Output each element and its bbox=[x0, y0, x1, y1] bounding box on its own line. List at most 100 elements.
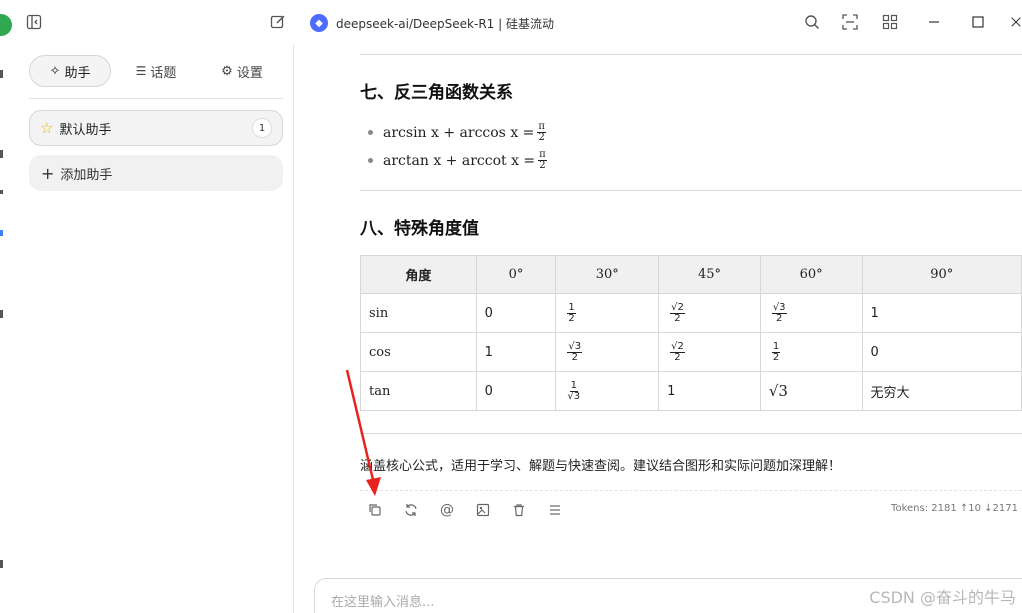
table-cell: 12 bbox=[555, 293, 660, 333]
scan-icon[interactable] bbox=[840, 12, 860, 32]
model-selector[interactable]: ◆ deepseek-ai/DeepSeek-R1 | 硅基流动 bbox=[310, 14, 554, 32]
rail-icon[interactable] bbox=[0, 310, 3, 318]
fraction-numerator: 1 bbox=[569, 379, 578, 392]
tab-label: 话题 bbox=[150, 65, 177, 81]
table-cell: 无穷大 bbox=[861, 371, 1022, 411]
table-cell: √3 2 bbox=[759, 293, 863, 333]
fraction-denominator: 2 bbox=[538, 132, 545, 143]
table-cell: 0 bbox=[475, 293, 557, 333]
search-icon[interactable] bbox=[802, 12, 822, 32]
rail-icon[interactable] bbox=[0, 150, 3, 158]
rail-icon[interactable] bbox=[0, 560, 3, 568]
fraction: √3 2 bbox=[567, 341, 583, 363]
fraction: 1 √3 bbox=[567, 379, 581, 402]
fraction: 12 bbox=[567, 301, 576, 324]
fraction-numerator: 1 bbox=[567, 301, 576, 314]
table-cell: √3 bbox=[759, 371, 863, 411]
fraction-denominator: 2 bbox=[539, 160, 546, 171]
fraction-numerator: 1 bbox=[771, 340, 781, 353]
table-row: sin 0 12 √2 2 √3 2 1 bbox=[360, 293, 1022, 333]
grid-icon[interactable] bbox=[880, 12, 900, 32]
table-cell: 1 bbox=[658, 371, 761, 411]
assistant-label: 默认助手 bbox=[59, 122, 112, 138]
fraction: √2 2 bbox=[670, 301, 685, 324]
edit-icon[interactable] bbox=[268, 12, 288, 32]
fraction: π 2 bbox=[538, 150, 547, 171]
add-assistant-label: 添加助手 bbox=[60, 167, 113, 183]
annotation-arrow bbox=[345, 369, 381, 496]
model-title: deepseek-ai/DeepSeek-R1 | 硅基流动 bbox=[336, 16, 554, 31]
tab-assistants[interactable]: ✧ 助手 bbox=[29, 55, 111, 87]
plus-icon: + bbox=[41, 163, 55, 183]
table-row: tan 0 1 √3 1 √3 无穷大 bbox=[360, 371, 1022, 411]
fraction-denominator: 2 bbox=[571, 351, 578, 363]
sidebar-tabs: ✧ 助手 ☰ 话题 ⚙ 设置 bbox=[29, 54, 283, 88]
topic-count-badge: 1 bbox=[252, 118, 272, 138]
fraction-numerator: √3 bbox=[771, 301, 787, 314]
table-row: cos 1 √3 2 √2 2 12 0 bbox=[360, 332, 1022, 372]
image-icon[interactable] bbox=[473, 500, 493, 520]
divider bbox=[360, 433, 1022, 434]
sidebar-toggle-icon[interactable] bbox=[24, 12, 44, 32]
message-summary: 涵盖核心公式，适用于学习、解题与快速查阅。建议结合图形和实际问题加深理解！ bbox=[360, 459, 842, 474]
user-avatar[interactable] bbox=[0, 14, 12, 36]
table-cell: 1 bbox=[475, 332, 557, 372]
app-rail bbox=[0, 0, 15, 613]
table-cell: 1 bbox=[861, 293, 1022, 333]
tab-topics[interactable]: ☰ 话题 bbox=[111, 55, 201, 87]
input-placeholder: 在这里输入消息... bbox=[331, 595, 435, 610]
rail-icon[interactable] bbox=[0, 70, 3, 78]
tab-label: 助手 bbox=[64, 65, 91, 81]
assistant-item-default[interactable]: ☆ 默认助手 1 bbox=[29, 110, 283, 146]
fraction-numerator: √2 bbox=[670, 301, 685, 314]
star-icon: ☆ bbox=[40, 119, 54, 137]
token-count: Tokens: 2181 ↑10 ↓2171 bbox=[891, 503, 1018, 514]
mention-icon[interactable]: @ bbox=[437, 500, 457, 520]
gear-icon: ⚙ bbox=[221, 63, 233, 79]
assistant-sidebar: ✧ 助手 ☰ 话题 ⚙ 设置 ☆ 默认助手 1 + 添加助手 bbox=[14, 44, 294, 613]
table-cell: 0 bbox=[475, 371, 557, 411]
table-header-row: 角度 0° 30° 45° 60° 90° bbox=[360, 255, 1022, 294]
rail-icon[interactable] bbox=[0, 190, 3, 194]
close-icon[interactable] bbox=[1010, 12, 1022, 32]
rail-icon[interactable] bbox=[0, 230, 3, 236]
fraction-numerator: √2 bbox=[670, 340, 685, 353]
add-assistant-button[interactable]: + 添加助手 bbox=[29, 155, 283, 191]
divider bbox=[360, 190, 1022, 191]
fraction-denominator: 2 bbox=[772, 351, 780, 363]
tab-settings[interactable]: ⚙ 设置 bbox=[201, 55, 283, 87]
watermark: CSDN @奋斗的牛马 bbox=[869, 588, 1016, 607]
fraction: 12 bbox=[771, 340, 781, 363]
minimize-icon[interactable] bbox=[924, 12, 944, 32]
table-header: 30° bbox=[555, 255, 660, 294]
menu-icon[interactable] bbox=[545, 500, 565, 520]
fraction-denominator: 2 bbox=[674, 351, 681, 363]
table-cell: 12 bbox=[759, 332, 863, 372]
table-header: 45° bbox=[658, 255, 761, 294]
fraction-denominator: √3 bbox=[567, 390, 581, 402]
table-cell: √2 2 bbox=[658, 332, 761, 372]
sparkle-icon: ✧ bbox=[49, 63, 61, 79]
table-cell: 1 √3 bbox=[555, 371, 660, 411]
table-cell: √2 2 bbox=[658, 293, 761, 333]
divider bbox=[360, 54, 1022, 55]
table-header: 60° bbox=[759, 255, 863, 294]
chat-area: 七、反三角函数关系 arcsin x + arccos x = π 2 arct… bbox=[294, 44, 1022, 613]
actions-divider bbox=[360, 490, 1022, 491]
fraction-denominator: 2 bbox=[568, 312, 575, 324]
tab-label: 设置 bbox=[236, 65, 263, 81]
deepseek-logo-icon: ◆ bbox=[310, 14, 328, 32]
fraction-denominator: 2 bbox=[775, 312, 783, 324]
delete-icon[interactable] bbox=[509, 500, 529, 520]
table-cell: √3 2 bbox=[555, 332, 660, 372]
angle-values-table: 角度 0° 30° 45° 60° 90° sin 0 12 √2 2 √3 2 1… bbox=[360, 255, 1022, 411]
fraction: π 2 bbox=[537, 122, 546, 143]
title-bar: ◆ deepseek-ai/DeepSeek-R1 | 硅基流动 bbox=[14, 0, 1022, 44]
tabs-divider bbox=[29, 98, 283, 99]
fraction: √3 2 bbox=[771, 301, 787, 324]
maximize-icon[interactable] bbox=[968, 12, 988, 32]
table-header: 90° bbox=[861, 255, 1022, 294]
fraction-denominator: 2 bbox=[674, 312, 681, 324]
table-header: 0° bbox=[475, 255, 557, 294]
fraction: √2 2 bbox=[670, 340, 685, 363]
